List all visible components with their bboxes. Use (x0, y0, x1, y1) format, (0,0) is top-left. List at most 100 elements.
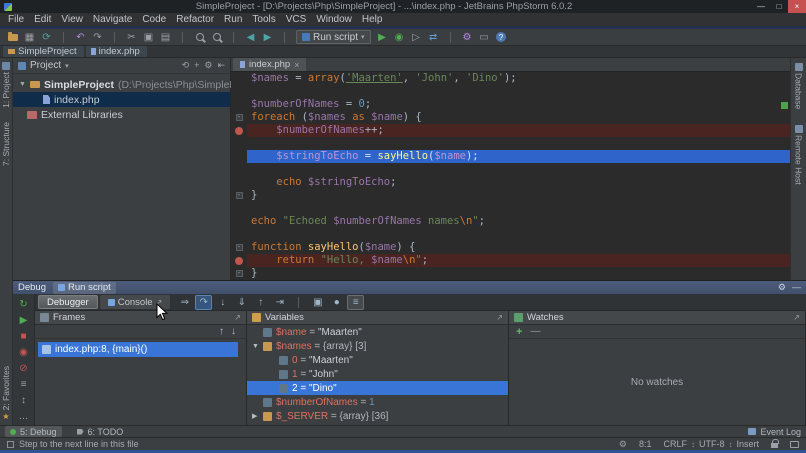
run-to-cursor-icon[interactable]: ⇥ (271, 295, 288, 310)
run-config-dropdown[interactable]: Run script ▾ (296, 30, 371, 44)
more-icon[interactable]: … (16, 409, 32, 423)
menu-item[interactable]: View (56, 14, 88, 25)
hide-debug-icon[interactable]: — (792, 282, 801, 293)
remove-watch-button[interactable]: — (530, 326, 540, 337)
tab-debugger[interactable]: Debugger (38, 295, 98, 309)
variable-row[interactable]: $numberOfNames = 1 (247, 395, 508, 409)
run-icon[interactable]: ▶ (374, 30, 391, 44)
tree-item-root[interactable]: ▼ SimpleProject (D:\Projects\Php\SimpleP… (13, 77, 230, 92)
synchronize-icon[interactable]: ⟳ (38, 30, 55, 44)
tool-button-debug[interactable]: 5: Debug (5, 426, 62, 437)
save-all-icon[interactable]: ▦ (21, 30, 38, 44)
menu-item[interactable]: Code (137, 14, 171, 25)
variable-row[interactable]: 2 = "Dino" (247, 381, 508, 395)
code-line[interactable]: $stringToEcho = sayHello($name); (247, 150, 790, 163)
tool-button-event-log[interactable]: Event Log (748, 427, 801, 437)
fold-icon[interactable]: - (236, 114, 243, 121)
stop-icon[interactable]: ■ (16, 329, 32, 343)
close-icon[interactable]: × (294, 60, 299, 70)
frame-up-icon[interactable]: ↑ (219, 326, 224, 337)
php-settings-icon[interactable]: ● (328, 295, 345, 310)
menu-item[interactable]: File (3, 14, 29, 25)
step-over-icon[interactable]: ↷ (195, 295, 212, 310)
tab-index-php[interactable]: index.php × (233, 58, 306, 71)
separator[interactable] (174, 30, 191, 44)
separator[interactable] (276, 30, 293, 44)
code-line[interactable]: } (247, 267, 790, 280)
help-icon[interactable]: ? (493, 30, 510, 44)
variable-row[interactable]: $name = "Maarten" (247, 325, 508, 339)
separator[interactable] (442, 30, 459, 44)
tool-button[interactable]: Database (794, 63, 804, 109)
view-breakpoints-icon[interactable]: ◉ (16, 345, 32, 359)
tree-item-index-php[interactable]: index.php (13, 92, 230, 107)
redo-icon[interactable]: ↷ (89, 30, 106, 44)
fold-icon[interactable]: - (236, 270, 243, 277)
resume-icon[interactable]: ▶ (16, 313, 32, 327)
chevron-down-icon[interactable]: ▼ (19, 81, 26, 88)
tab-console[interactable]: Console ↗ (100, 295, 171, 309)
editor-code-lines[interactable]: $names = array('Maarten', 'John', 'Dino'… (247, 72, 790, 280)
replace-icon[interactable] (208, 30, 225, 44)
tool-button-todo[interactable]: 6: TODO (72, 426, 129, 437)
undo-icon[interactable]: ↶ (72, 30, 89, 44)
breadcrumb-project[interactable]: SimpleProject (3, 46, 84, 57)
project-structure-icon[interactable]: ▭ (476, 30, 493, 44)
restart-icon[interactable]: ⇄ (425, 30, 442, 44)
tool-button-structure[interactable]: 7: Structure (1, 122, 11, 166)
caret-position[interactable]: 8:1 (639, 439, 652, 449)
tool-button-project[interactable]: 1: Project (1, 62, 11, 108)
maximize-button[interactable]: □ (770, 0, 788, 13)
add-watch-button[interactable]: + (516, 326, 522, 338)
threads-view-icon[interactable]: ≡ (347, 295, 364, 310)
back-icon[interactable]: ◀ (242, 30, 259, 44)
expand-arrow-icon[interactable]: ▼ (252, 343, 263, 350)
breakpoint-icon[interactable] (235, 257, 243, 265)
code-line[interactable]: echo "Echoed $numberOfNames names\n"; (247, 215, 790, 228)
cut-icon[interactable]: ✂ (123, 30, 140, 44)
lock-icon[interactable] (771, 443, 778, 448)
code-line[interactable]: echo $stringToEcho; (247, 176, 790, 189)
breakpoint-icon[interactable] (235, 127, 243, 135)
minimize-button[interactable]: — (752, 0, 770, 13)
forward-icon[interactable]: ▶ (259, 30, 276, 44)
breadcrumb-file[interactable]: index.php (86, 46, 147, 57)
expand-arrow-icon[interactable]: ▶ (252, 412, 263, 420)
variable-row[interactable]: ▶ $_SERVER = {array} [36] (247, 409, 508, 423)
panel-settings-icon[interactable]: ⚙ (204, 60, 212, 71)
separator[interactable] (55, 30, 72, 44)
force-step-into-icon[interactable]: ⇓ (233, 295, 250, 310)
close-button[interactable]: × (788, 0, 806, 13)
rerun-icon[interactable]: ↻ (16, 297, 32, 311)
code-line[interactable] (247, 202, 790, 215)
code-line[interactable] (247, 228, 790, 241)
step-into-icon[interactable]: ↓ (214, 295, 231, 310)
find-icon[interactable] (191, 30, 208, 44)
menu-item[interactable]: Edit (29, 14, 56, 25)
line-separator-indicator[interactable]: CRLF (663, 439, 687, 449)
tool-button[interactable]: Remote Host (794, 125, 804, 185)
menu-item[interactable]: VCS (281, 14, 312, 25)
separator[interactable] (225, 30, 242, 44)
code-line[interactable]: $numberOfNames = 0; (247, 98, 790, 111)
screen-reader-icon[interactable] (790, 441, 799, 448)
code-line[interactable]: $numberOfNames++; (247, 124, 790, 137)
panel-options-icon[interactable]: ↗ (496, 313, 503, 322)
code-line[interactable]: return "Hello, $name\n"; (247, 254, 790, 267)
menu-item[interactable]: Run (219, 14, 247, 25)
code-line[interactable] (247, 137, 790, 150)
frame-row[interactable]: index.php:8, {main}() (38, 342, 238, 357)
debug-settings-icon[interactable]: ⚙ (778, 282, 786, 293)
code-line[interactable]: } (247, 189, 790, 202)
tree-item-external-libraries[interactable]: External Libraries (13, 107, 230, 122)
debug-session-tab[interactable]: Run script (53, 282, 116, 294)
chevron-down-icon[interactable]: ▾ (65, 62, 69, 70)
code-line[interactable] (247, 85, 790, 98)
console-view-icon[interactable]: ▣ (309, 295, 326, 310)
sort-values-icon[interactable]: ↕ (16, 393, 32, 407)
hide-panel-icon[interactable]: ⇤ (217, 60, 225, 71)
settings-icon[interactable]: ⚙ (459, 30, 476, 44)
code-area[interactable]: ---- $names = array('Maarten', 'John', '… (231, 72, 790, 280)
fold-icon[interactable]: - (236, 244, 243, 251)
code-line[interactable] (247, 163, 790, 176)
